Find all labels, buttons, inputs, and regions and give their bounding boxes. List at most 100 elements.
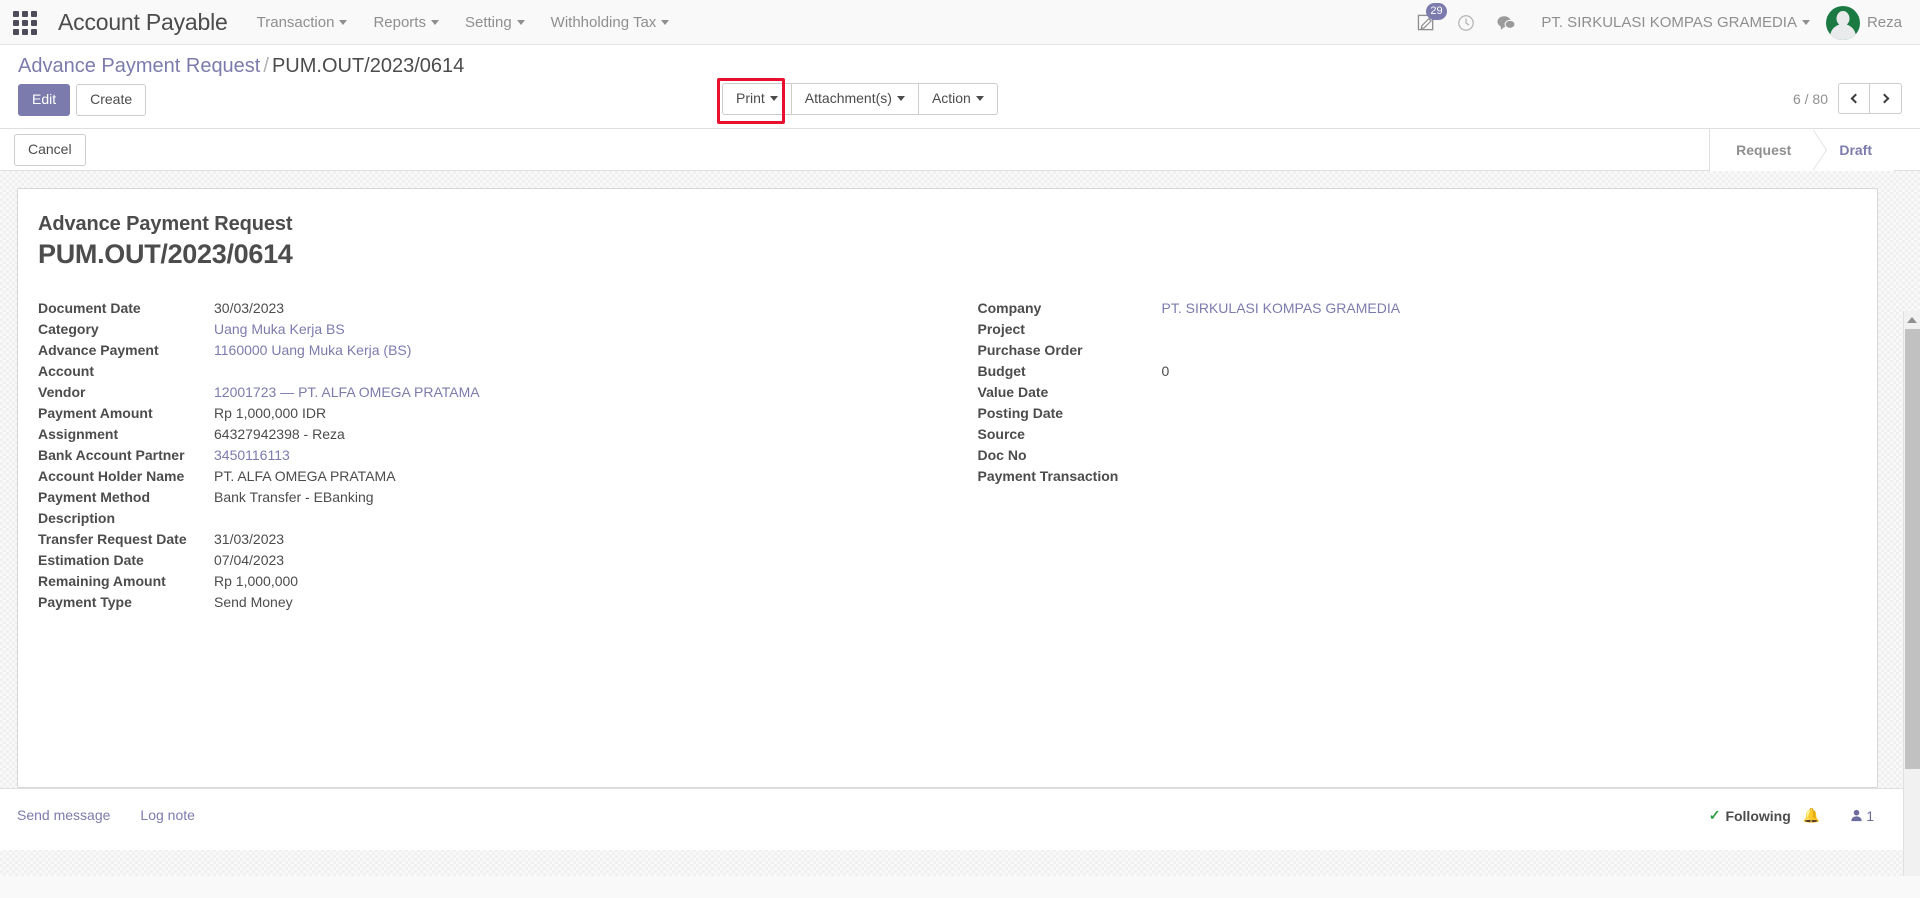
print-button-label: Print: [736, 90, 765, 106]
field-label-vendor: Vendor: [38, 384, 86, 400]
field-label-company: Company: [977, 300, 1042, 316]
field-row-document-date: Document Date 30/03/2023: [38, 298, 918, 319]
company-switcher[interactable]: PT. SIRKULASI KOMPAS GRAMEDIA: [1527, 14, 1820, 31]
field-label-transfer-request-date: Transfer Request Date: [38, 531, 187, 547]
field-value-advance-payment-account[interactable]: 1160000 Uang Muka Kerja (BS): [214, 340, 411, 361]
statusbar-row: Cancel Request Draft: [0, 129, 1920, 171]
chevron-left-icon: [1850, 93, 1861, 104]
field-value-bank-account-partner[interactable]: 3450116113: [214, 445, 290, 466]
scroll-up-button[interactable]: [1904, 311, 1920, 328]
pager-next-button[interactable]: [1870, 83, 1902, 114]
nav-menu-withholding-tax-label: Withholding Tax: [550, 14, 657, 31]
field-row-value-date: Value Date: [978, 382, 1848, 403]
nav-menu-reports[interactable]: Reports: [360, 0, 452, 45]
field-row-bank-account-partner: Bank Account Partner 3450116113: [38, 445, 918, 466]
field-row-payment-transaction: Payment Transaction: [978, 466, 1848, 487]
field-label-document-date: Document Date: [38, 300, 141, 316]
field-value-budget: 0: [1161, 363, 1170, 379]
content-area: Advance Payment Request PUM.OUT/2023/061…: [0, 171, 1920, 876]
pager-previous-button[interactable]: [1838, 83, 1870, 114]
activity-count-badge: 29: [1426, 2, 1447, 20]
chatter-right-group: ✓ Following 🔔 1: [1709, 807, 1874, 824]
chat-bubble-glyph: [1497, 15, 1516, 30]
field-row-company: Company PT. SIRKULASI KOMPAS GRAMEDIA: [978, 298, 1848, 319]
create-button[interactable]: Create: [76, 84, 147, 116]
activity-icon[interactable]: 29: [1407, 2, 1447, 43]
apps-grid-icon[interactable]: [8, 6, 42, 40]
field-label-budget: Budget: [977, 363, 1026, 379]
field-label-account-holder-name: Account Holder Name: [38, 468, 185, 484]
cancel-button[interactable]: Cancel: [14, 133, 86, 166]
field-value-vendor[interactable]: 12001723 — PT. ALFA OMEGA PRATAMA: [214, 382, 480, 403]
edit-button[interactable]: Edit: [18, 84, 71, 116]
field-row-project: Project: [978, 319, 1848, 340]
print-button[interactable]: Print: [722, 83, 792, 115]
field-row-advance-payment-account: Advance Payment Account 1160000 Uang Muk…: [38, 340, 918, 382]
status-stage-draft-label: Draft: [1839, 142, 1872, 158]
top-navbar: Account Payable Transaction Reports Sett…: [0, 0, 1920, 45]
status-stage-request-label: Request: [1736, 142, 1792, 158]
log-note-button[interactable]: Log note: [140, 807, 195, 823]
field-value-company[interactable]: PT. SIRKULASI KOMPAS GRAMEDIA: [1162, 298, 1401, 319]
field-row-remaining-amount: Remaining Amount Rp 1,000,000: [38, 571, 918, 592]
breadcrumb: Advance Payment Request / PUM.OUT/2023/061…: [14, 45, 1906, 80]
avatar: [1825, 5, 1860, 40]
field-row-assignment: Assignment 64327942398 - Reza: [38, 424, 918, 445]
breadcrumb-current: PUM.OUT/2023/0614: [271, 55, 465, 77]
field-row-transfer-request-date: Transfer Request Date 31/03/2023: [38, 529, 918, 550]
scrollbar-thumb[interactable]: [1905, 329, 1920, 769]
nav-menu-setting[interactable]: Setting: [452, 0, 538, 45]
field-label-remaining-amount: Remaining Amount: [38, 573, 166, 589]
chevron-down-icon: [661, 20, 670, 26]
nav-menu-withholding-tax[interactable]: Withholding Tax: [538, 0, 683, 45]
field-row-description: Description: [38, 508, 918, 529]
attachments-button[interactable]: Attachment(s): [790, 83, 919, 115]
field-label-payment-amount: Payment Amount: [38, 405, 153, 421]
clock-icon[interactable]: [1447, 3, 1485, 43]
document-action-button-group: Print Attachment(s) Action: [722, 83, 998, 115]
breadcrumb-parent[interactable]: Advance Payment Request: [18, 55, 260, 77]
field-label-posting-date: Posting Date: [977, 405, 1064, 421]
pager: 6 / 80: [1793, 83, 1902, 114]
field-row-category: Category Uang Muka Kerja BS: [38, 319, 918, 340]
status-stage-draft[interactable]: Draft: [1812, 129, 1894, 171]
chevron-right-icon: [1879, 93, 1889, 104]
form-columns: Document Date 30/03/2023 Category Uang M…: [18, 288, 1877, 613]
field-label-purchase-order: Purchase Order: [977, 342, 1083, 358]
chevron-down-icon: [769, 96, 778, 102]
nav-menu-transaction[interactable]: Transaction: [244, 0, 361, 45]
field-label-description: Description: [38, 510, 116, 526]
user-icon: [1851, 809, 1862, 822]
field-value-category[interactable]: Uang Muka Kerja BS: [214, 319, 345, 340]
status-stage-bar: Request Draft: [1709, 129, 1894, 171]
scrollbar-track[interactable]: [1903, 311, 1920, 876]
field-label-doc-no: Doc No: [977, 447, 1027, 463]
status-stage-request[interactable]: Request: [1710, 129, 1814, 171]
chevron-down-icon: [975, 96, 984, 102]
bell-icon[interactable]: 🔔: [1803, 807, 1820, 824]
control-panel: Advance Payment Request / PUM.OUT/2023/061…: [0, 45, 1920, 129]
field-row-budget: Budget 0: [978, 361, 1848, 382]
field-label-payment-method: Payment Method: [38, 489, 151, 505]
triangle-up-icon: [1907, 316, 1917, 323]
field-row-payment-type: Payment Type Send Money: [38, 592, 918, 613]
send-message-button[interactable]: Send message: [17, 807, 110, 823]
followers-button[interactable]: 1: [1850, 808, 1874, 824]
action-button[interactable]: Action: [917, 83, 998, 115]
field-label-value-date: Value Date: [977, 384, 1049, 400]
chevron-down-icon: [516, 20, 525, 26]
form-sheet: Advance Payment Request PUM.OUT/2023/061…: [17, 188, 1878, 788]
attachments-button-label: Attachment(s): [804, 90, 892, 106]
field-value-account-holder-name: PT. ALFA OMEGA PRATAMA: [214, 468, 396, 484]
messages-icon[interactable]: [1487, 3, 1525, 43]
vertical-scrollbar[interactable]: [1903, 311, 1920, 876]
field-row-doc-no: Doc No: [978, 445, 1848, 466]
sheet-subtitle: Advance Payment Request: [38, 213, 293, 235]
clock-glyph: [1458, 14, 1475, 31]
field-value-document-date: 30/03/2023: [214, 300, 285, 316]
app-brand-title[interactable]: Account Payable: [50, 9, 244, 36]
user-menu[interactable]: Reza: [1822, 5, 1906, 40]
following-toggle[interactable]: ✓ Following: [1709, 807, 1791, 824]
chevron-down-icon: [430, 20, 439, 26]
chatter: Send message Log note ✓ Following 🔔 1: [0, 788, 1920, 850]
